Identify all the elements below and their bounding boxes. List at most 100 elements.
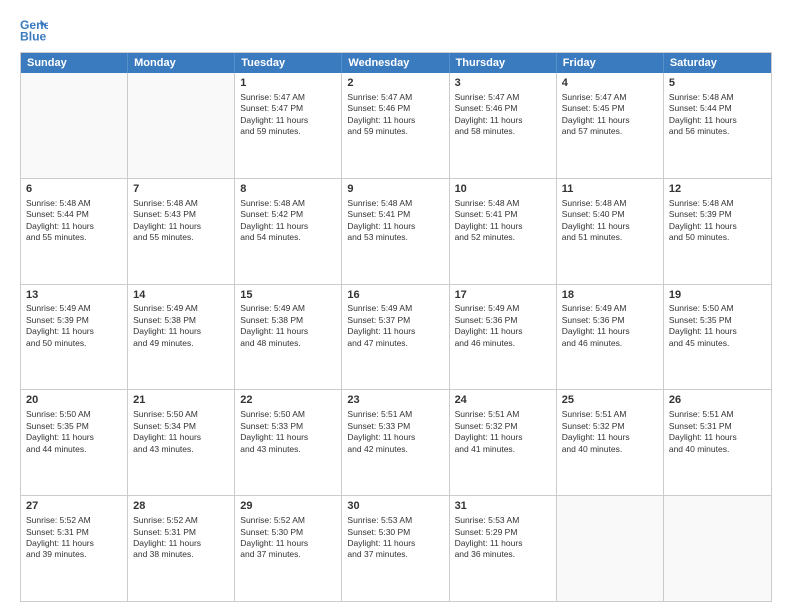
calendar-day-8: 8Sunrise: 5:48 AM Sunset: 5:42 PM Daylig…: [235, 179, 342, 284]
day-number: 30: [347, 499, 443, 514]
day-number: 12: [669, 182, 766, 197]
day-info: Sunrise: 5:52 AM Sunset: 5:30 PM Dayligh…: [240, 515, 336, 561]
day-number: 16: [347, 288, 443, 303]
calendar-day-29: 29Sunrise: 5:52 AM Sunset: 5:30 PM Dayli…: [235, 496, 342, 601]
calendar-day-14: 14Sunrise: 5:49 AM Sunset: 5:38 PM Dayli…: [128, 285, 235, 390]
calendar-day-17: 17Sunrise: 5:49 AM Sunset: 5:36 PM Dayli…: [450, 285, 557, 390]
calendar-row-1: 1Sunrise: 5:47 AM Sunset: 5:47 PM Daylig…: [21, 73, 771, 178]
calendar-day-27: 27Sunrise: 5:52 AM Sunset: 5:31 PM Dayli…: [21, 496, 128, 601]
day-number: 4: [562, 76, 658, 91]
calendar-empty-cell: [557, 496, 664, 601]
day-info: Sunrise: 5:53 AM Sunset: 5:29 PM Dayligh…: [455, 515, 551, 561]
calendar-day-1: 1Sunrise: 5:47 AM Sunset: 5:47 PM Daylig…: [235, 73, 342, 178]
calendar-day-25: 25Sunrise: 5:51 AM Sunset: 5:32 PM Dayli…: [557, 390, 664, 495]
day-number: 14: [133, 288, 229, 303]
day-info: Sunrise: 5:49 AM Sunset: 5:38 PM Dayligh…: [133, 303, 229, 349]
calendar-day-11: 11Sunrise: 5:48 AM Sunset: 5:40 PM Dayli…: [557, 179, 664, 284]
day-number: 3: [455, 76, 551, 91]
day-info: Sunrise: 5:52 AM Sunset: 5:31 PM Dayligh…: [133, 515, 229, 561]
day-info: Sunrise: 5:52 AM Sunset: 5:31 PM Dayligh…: [26, 515, 122, 561]
day-info: Sunrise: 5:47 AM Sunset: 5:47 PM Dayligh…: [240, 92, 336, 138]
day-number: 1: [240, 76, 336, 91]
day-number: 9: [347, 182, 443, 197]
day-info: Sunrise: 5:51 AM Sunset: 5:32 PM Dayligh…: [455, 409, 551, 455]
calendar-day-24: 24Sunrise: 5:51 AM Sunset: 5:32 PM Dayli…: [450, 390, 557, 495]
day-info: Sunrise: 5:48 AM Sunset: 5:42 PM Dayligh…: [240, 198, 336, 244]
day-number: 5: [669, 76, 766, 91]
day-info: Sunrise: 5:50 AM Sunset: 5:33 PM Dayligh…: [240, 409, 336, 455]
weekday-header-sunday: Sunday: [21, 53, 128, 73]
calendar-day-7: 7Sunrise: 5:48 AM Sunset: 5:43 PM Daylig…: [128, 179, 235, 284]
calendar-day-23: 23Sunrise: 5:51 AM Sunset: 5:33 PM Dayli…: [342, 390, 449, 495]
calendar-day-15: 15Sunrise: 5:49 AM Sunset: 5:38 PM Dayli…: [235, 285, 342, 390]
calendar-header: SundayMondayTuesdayWednesdayThursdayFrid…: [21, 53, 771, 73]
day-info: Sunrise: 5:50 AM Sunset: 5:35 PM Dayligh…: [26, 409, 122, 455]
page: General Blue SundayMondayTuesdayWednesda…: [0, 0, 792, 612]
day-number: 19: [669, 288, 766, 303]
calendar-day-26: 26Sunrise: 5:51 AM Sunset: 5:31 PM Dayli…: [664, 390, 771, 495]
day-info: Sunrise: 5:48 AM Sunset: 5:41 PM Dayligh…: [347, 198, 443, 244]
weekday-header-wednesday: Wednesday: [342, 53, 449, 73]
header: General Blue: [20, 16, 772, 44]
calendar-day-12: 12Sunrise: 5:48 AM Sunset: 5:39 PM Dayli…: [664, 179, 771, 284]
calendar-day-10: 10Sunrise: 5:48 AM Sunset: 5:41 PM Dayli…: [450, 179, 557, 284]
day-info: Sunrise: 5:50 AM Sunset: 5:35 PM Dayligh…: [669, 303, 766, 349]
day-info: Sunrise: 5:47 AM Sunset: 5:45 PM Dayligh…: [562, 92, 658, 138]
day-info: Sunrise: 5:49 AM Sunset: 5:36 PM Dayligh…: [562, 303, 658, 349]
day-info: Sunrise: 5:48 AM Sunset: 5:44 PM Dayligh…: [26, 198, 122, 244]
calendar-body: 1Sunrise: 5:47 AM Sunset: 5:47 PM Daylig…: [21, 73, 771, 601]
day-info: Sunrise: 5:48 AM Sunset: 5:41 PM Dayligh…: [455, 198, 551, 244]
day-number: 15: [240, 288, 336, 303]
calendar-day-30: 30Sunrise: 5:53 AM Sunset: 5:30 PM Dayli…: [342, 496, 449, 601]
calendar-day-16: 16Sunrise: 5:49 AM Sunset: 5:37 PM Dayli…: [342, 285, 449, 390]
day-info: Sunrise: 5:53 AM Sunset: 5:30 PM Dayligh…: [347, 515, 443, 561]
day-number: 21: [133, 393, 229, 408]
day-info: Sunrise: 5:49 AM Sunset: 5:38 PM Dayligh…: [240, 303, 336, 349]
day-number: 13: [26, 288, 122, 303]
day-number: 2: [347, 76, 443, 91]
calendar-empty-cell: [21, 73, 128, 178]
day-number: 10: [455, 182, 551, 197]
day-number: 26: [669, 393, 766, 408]
weekday-header-friday: Friday: [557, 53, 664, 73]
logo-icon: General Blue: [20, 16, 48, 44]
day-number: 17: [455, 288, 551, 303]
day-info: Sunrise: 5:48 AM Sunset: 5:43 PM Dayligh…: [133, 198, 229, 244]
day-info: Sunrise: 5:47 AM Sunset: 5:46 PM Dayligh…: [455, 92, 551, 138]
day-number: 31: [455, 499, 551, 514]
day-info: Sunrise: 5:48 AM Sunset: 5:40 PM Dayligh…: [562, 198, 658, 244]
calendar-row-4: 20Sunrise: 5:50 AM Sunset: 5:35 PM Dayli…: [21, 389, 771, 495]
day-info: Sunrise: 5:51 AM Sunset: 5:33 PM Dayligh…: [347, 409, 443, 455]
calendar-day-2: 2Sunrise: 5:47 AM Sunset: 5:46 PM Daylig…: [342, 73, 449, 178]
calendar-day-21: 21Sunrise: 5:50 AM Sunset: 5:34 PM Dayli…: [128, 390, 235, 495]
calendar: SundayMondayTuesdayWednesdayThursdayFrid…: [20, 52, 772, 602]
calendar-day-31: 31Sunrise: 5:53 AM Sunset: 5:29 PM Dayli…: [450, 496, 557, 601]
calendar-row-5: 27Sunrise: 5:52 AM Sunset: 5:31 PM Dayli…: [21, 495, 771, 601]
day-number: 8: [240, 182, 336, 197]
day-number: 25: [562, 393, 658, 408]
day-number: 7: [133, 182, 229, 197]
calendar-day-19: 19Sunrise: 5:50 AM Sunset: 5:35 PM Dayli…: [664, 285, 771, 390]
day-info: Sunrise: 5:49 AM Sunset: 5:36 PM Dayligh…: [455, 303, 551, 349]
day-number: 23: [347, 393, 443, 408]
calendar-day-4: 4Sunrise: 5:47 AM Sunset: 5:45 PM Daylig…: [557, 73, 664, 178]
day-info: Sunrise: 5:49 AM Sunset: 5:37 PM Dayligh…: [347, 303, 443, 349]
day-number: 27: [26, 499, 122, 514]
weekday-header-tuesday: Tuesday: [235, 53, 342, 73]
day-info: Sunrise: 5:51 AM Sunset: 5:32 PM Dayligh…: [562, 409, 658, 455]
day-info: Sunrise: 5:48 AM Sunset: 5:39 PM Dayligh…: [669, 198, 766, 244]
calendar-empty-cell: [128, 73, 235, 178]
weekday-header-thursday: Thursday: [450, 53, 557, 73]
day-info: Sunrise: 5:50 AM Sunset: 5:34 PM Dayligh…: [133, 409, 229, 455]
calendar-day-3: 3Sunrise: 5:47 AM Sunset: 5:46 PM Daylig…: [450, 73, 557, 178]
day-number: 20: [26, 393, 122, 408]
calendar-empty-cell: [664, 496, 771, 601]
day-info: Sunrise: 5:49 AM Sunset: 5:39 PM Dayligh…: [26, 303, 122, 349]
calendar-day-22: 22Sunrise: 5:50 AM Sunset: 5:33 PM Dayli…: [235, 390, 342, 495]
logo: General Blue: [20, 16, 52, 44]
day-number: 28: [133, 499, 229, 514]
day-info: Sunrise: 5:47 AM Sunset: 5:46 PM Dayligh…: [347, 92, 443, 138]
calendar-day-28: 28Sunrise: 5:52 AM Sunset: 5:31 PM Dayli…: [128, 496, 235, 601]
calendar-day-18: 18Sunrise: 5:49 AM Sunset: 5:36 PM Dayli…: [557, 285, 664, 390]
calendar-day-9: 9Sunrise: 5:48 AM Sunset: 5:41 PM Daylig…: [342, 179, 449, 284]
